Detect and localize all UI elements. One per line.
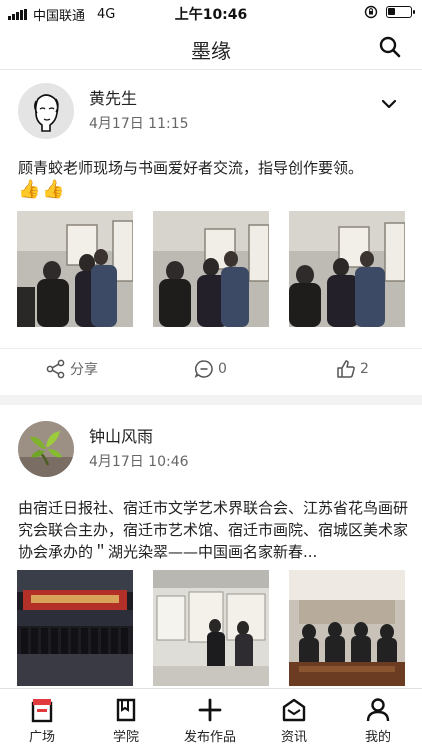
post-card[interactable]: 钟山风雨 4月17日 10:46 由宿迁日报社、宿迁市文学艺术界联合会、江苏省花… xyxy=(0,405,422,688)
news-icon xyxy=(282,698,306,722)
post-author[interactable]: 钟山风雨 xyxy=(89,423,153,447)
post-photo[interactable] xyxy=(17,570,133,686)
tab-publish[interactable]: 发布作品 xyxy=(175,697,245,745)
tab-label: 广场 xyxy=(28,730,55,745)
share-icon xyxy=(46,359,65,379)
post-photo[interactable] xyxy=(289,211,405,327)
plus-icon xyxy=(198,698,222,722)
tab-label: 我的 xyxy=(364,730,391,745)
post-author[interactable]: 黄先生 xyxy=(89,85,137,109)
post-time: 4月17日 11:15 xyxy=(89,116,189,132)
thumbs-up-emoji: 👍👍 xyxy=(18,179,67,200)
status-time: 上午10:46 xyxy=(174,7,248,23)
tab-news[interactable]: 资讯 xyxy=(259,697,329,745)
battery-icon xyxy=(386,6,415,18)
profile-icon xyxy=(366,698,390,722)
post-text: 由宿迁日报社、宿迁市文学艺术界联合会、江苏省花鸟画研究会联合主办，宿迁市艺术馆、… xyxy=(18,499,408,561)
tab-label: 学院 xyxy=(112,730,139,745)
post-actions: 分享 0 2 xyxy=(0,348,422,388)
plaza-icon xyxy=(31,699,53,723)
post-photo[interactable] xyxy=(17,211,133,327)
nav-bar: 墨缘 xyxy=(0,26,422,70)
status-bar: 中国联通 4G 上午10:46 xyxy=(0,0,422,26)
like-count: 2 xyxy=(360,361,369,377)
page-title: 墨缘 xyxy=(191,39,231,63)
tab-label: 发布作品 xyxy=(183,730,236,745)
comment-icon xyxy=(194,360,213,378)
tab-profile[interactable]: 我的 xyxy=(343,697,413,745)
tab-bar: 广场 学院 发布作品 资讯 我的 xyxy=(0,688,422,750)
like-button[interactable]: 2 xyxy=(336,359,369,379)
avatar[interactable] xyxy=(18,83,74,139)
tab-academy[interactable]: 学院 xyxy=(91,697,161,745)
post-photo[interactable] xyxy=(153,211,269,327)
academy-icon xyxy=(116,698,136,722)
rotation-lock-icon xyxy=(364,5,378,19)
chevron-down-icon[interactable] xyxy=(380,95,398,113)
post-time: 4月17日 10:46 xyxy=(89,454,189,470)
avatar[interactable] xyxy=(18,421,74,477)
share-button[interactable]: 分享 xyxy=(46,359,98,379)
post-photo[interactable] xyxy=(289,570,405,686)
comment-count: 0 xyxy=(218,361,227,377)
share-label: 分享 xyxy=(70,362,98,378)
thumbs-up-icon xyxy=(337,360,355,378)
post-card[interactable]: 黄先生 4月17日 11:15 顾青蛟老师现场与书画爱好者交流，指导创作要领。 … xyxy=(0,71,422,395)
post-photo[interactable] xyxy=(153,570,269,686)
comment-button[interactable]: 0 xyxy=(194,359,227,379)
tab-label: 资讯 xyxy=(280,730,307,745)
post-text: 顾青蛟老师现场与书画爱好者交流，指导创作要领。 👍👍 xyxy=(18,157,408,201)
search-icon[interactable] xyxy=(378,35,402,59)
feed[interactable]: 黄先生 4月17日 11:15 顾青蛟老师现场与书画爱好者交流，指导创作要领。 … xyxy=(0,71,422,688)
tab-plaza[interactable]: 广场 xyxy=(7,697,77,745)
